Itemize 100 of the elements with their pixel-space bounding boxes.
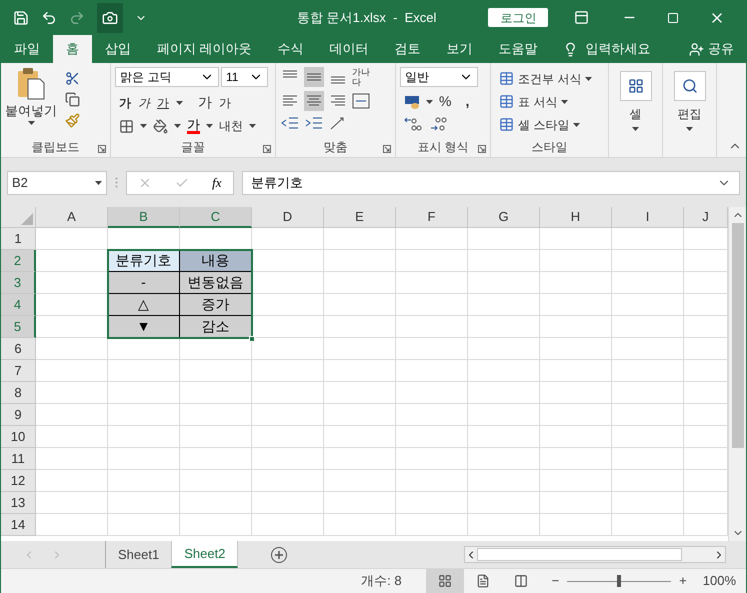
grid-cell[interactable]	[252, 272, 324, 294]
add-sheet-icon[interactable]	[270, 546, 288, 564]
ribbon-tab[interactable]: 데이터	[316, 35, 382, 63]
grid-cell[interactable]	[180, 470, 252, 492]
ribbon-tab[interactable]: 수식	[264, 35, 317, 63]
align-icon[interactable]	[304, 67, 324, 87]
row-header[interactable]: 13	[1, 492, 36, 514]
borders-icon[interactable]	[119, 118, 134, 134]
grid-cell[interactable]	[612, 360, 684, 382]
sheet-tab[interactable]: Sheet2	[171, 541, 238, 568]
grid-cell[interactable]	[540, 492, 612, 514]
grid-cell[interactable]	[324, 250, 396, 272]
grid-cell[interactable]	[108, 448, 180, 470]
copy-icon[interactable]	[65, 92, 80, 107]
grid-cell[interactable]	[612, 250, 684, 272]
save-icon[interactable]	[13, 10, 29, 26]
formula-field[interactable]: 분류기호	[242, 170, 740, 194]
grid-cell[interactable]	[468, 426, 540, 448]
grid-cell[interactable]	[468, 360, 540, 382]
grid-cell[interactable]	[180, 382, 252, 404]
ribbon-tab[interactable]: 파일	[1, 35, 53, 63]
grid-cell[interactable]	[468, 382, 540, 404]
percent-button[interactable]: %	[439, 91, 452, 112]
column-header[interactable]: G	[468, 207, 540, 228]
grid-cell[interactable]	[396, 250, 468, 272]
column-header[interactable]: D	[252, 207, 324, 228]
grid-cell[interactable]	[36, 514, 108, 536]
grid-cell[interactable]	[36, 382, 108, 404]
ribbon-tab[interactable]: 도움말	[486, 35, 551, 63]
grid-cell[interactable]	[396, 404, 468, 426]
grid-cell[interactable]	[468, 250, 540, 272]
column-header[interactable]: C	[180, 207, 252, 228]
grid-cell[interactable]	[180, 492, 252, 514]
grid-cell[interactable]	[180, 514, 252, 536]
grid-cell[interactable]	[324, 514, 396, 536]
grid-cell[interactable]	[180, 448, 252, 470]
grid-cell[interactable]	[108, 382, 180, 404]
grid-cell[interactable]	[36, 360, 108, 382]
grid-cell[interactable]	[252, 382, 324, 404]
row-header[interactable]: 4	[1, 294, 36, 316]
grid-cell[interactable]	[324, 492, 396, 514]
ribbon-tab[interactable]: 보기	[434, 35, 486, 63]
grid-cell[interactable]	[108, 338, 180, 360]
increase-decimal-icon[interactable]	[404, 116, 422, 132]
horizontal-scrollbar[interactable]	[464, 546, 726, 563]
grid-cell[interactable]	[324, 382, 396, 404]
login-button[interactable]: 로그인	[488, 8, 548, 27]
grid-cell[interactable]	[468, 448, 540, 470]
grid-cell[interactable]	[540, 514, 612, 536]
row-header[interactable]: 6	[1, 338, 36, 360]
grid-cell[interactable]	[468, 294, 540, 316]
camera-button[interactable]	[97, 2, 123, 32]
grid-cell[interactable]	[252, 492, 324, 514]
zoom-out-button[interactable]: −	[552, 571, 560, 591]
undo-icon[interactable]	[41, 10, 57, 26]
zoom-in-button[interactable]: +	[679, 571, 687, 591]
ribbon-tab[interactable]: 홈	[53, 35, 92, 63]
grid-cell[interactable]	[324, 404, 396, 426]
grid-cell[interactable]	[396, 316, 468, 338]
share-button[interactable]: 공유	[708, 39, 734, 59]
row-header[interactable]: 8	[1, 382, 36, 404]
font-size-dropdown[interactable]: 11	[221, 67, 268, 87]
grid-cell[interactable]	[540, 338, 612, 360]
row-header[interactable]: 5	[1, 316, 36, 338]
grid-cell[interactable]	[252, 404, 324, 426]
wrap-text-button[interactable]: 가나다	[352, 67, 372, 87]
row-header[interactable]: 7	[1, 360, 36, 382]
grid-cell[interactable]	[540, 426, 612, 448]
grid-cell[interactable]	[612, 382, 684, 404]
grid-cell[interactable]	[540, 470, 612, 492]
grid-cell[interactable]	[396, 514, 468, 536]
grid-cell[interactable]	[468, 338, 540, 360]
paste-button[interactable]: 붙여넣기	[5, 67, 57, 128]
grid-cell[interactable]	[324, 338, 396, 360]
grid-cell[interactable]	[396, 470, 468, 492]
select-all-icon[interactable]	[21, 213, 33, 225]
style-button[interactable]: 조건부 서식	[495, 67, 592, 90]
grid-cell[interactable]	[180, 360, 252, 382]
align-icon[interactable]	[304, 91, 324, 111]
grid-cell[interactable]	[540, 404, 612, 426]
view-button[interactable]	[426, 569, 464, 593]
grid-cell[interactable]	[36, 338, 108, 360]
grid-cell[interactable]	[396, 228, 468, 250]
column-header[interactable]: F	[396, 207, 468, 228]
fill-handle[interactable]	[249, 336, 255, 342]
editing-button[interactable]: 편집	[667, 67, 712, 131]
grid-cell[interactable]	[108, 470, 180, 492]
font-name-dropdown[interactable]: 맑은 고딕	[115, 67, 219, 87]
grid-cell[interactable]	[396, 360, 468, 382]
zoom-level[interactable]: 100%	[702, 571, 736, 591]
grid-cell[interactable]	[396, 338, 468, 360]
grid-cell[interactable]	[612, 404, 684, 426]
italic-button[interactable]: 가	[138, 94, 150, 112]
ribbon-tab[interactable]: 삽입	[92, 35, 144, 63]
row-header[interactable]: 3	[1, 272, 36, 294]
grid-cell[interactable]	[612, 448, 684, 470]
grid-cell[interactable]	[252, 294, 324, 316]
underline-button[interactable]: 가	[157, 94, 169, 112]
grow-font-button[interactable]: 가	[198, 92, 212, 113]
grid-cell[interactable]	[324, 316, 396, 338]
